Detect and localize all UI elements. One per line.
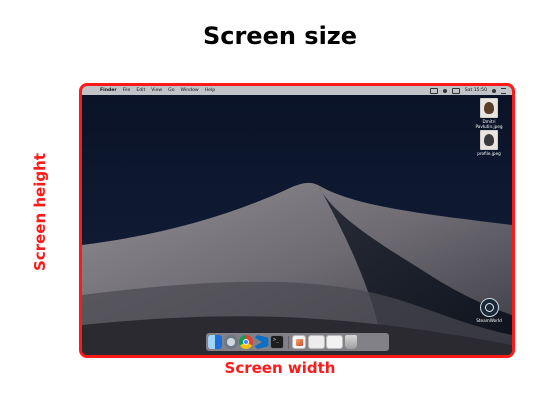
menu-window[interactable]: Window [181, 86, 199, 95]
preview-icon[interactable] [292, 335, 306, 349]
menu-bar: Finder File Edit View Go Window Help Sat… [82, 86, 512, 95]
screen-width-label: Screen width [224, 359, 336, 377]
terminal-icon[interactable] [270, 335, 284, 349]
menu-help[interactable]: Help [205, 86, 215, 95]
page-title: Screen size [202, 22, 358, 50]
desktop-file-label: profile.jpeg [477, 151, 501, 156]
dock-separator [287, 335, 289, 349]
jpeg-file-icon [480, 130, 498, 150]
jpeg-file-icon [480, 98, 498, 118]
battery-icon[interactable] [429, 87, 438, 94]
steam-icon [479, 298, 499, 317]
desktop-file[interactable]: profile.jpeg [471, 130, 507, 156]
desktop-file-label: Dmitri Pavlutin.jpeg [475, 119, 503, 129]
desktop-file[interactable]: Dmitri Pavlutin.jpeg [471, 98, 507, 129]
menu-view[interactable]: View [151, 86, 162, 95]
desktop-wallpaper [82, 95, 512, 355]
menu-finder[interactable]: Finder [100, 86, 117, 95]
launchpad-icon[interactable] [223, 335, 238, 349]
menu-edit[interactable]: Edit [136, 86, 145, 95]
flag-icon[interactable] [451, 87, 460, 94]
vscode-icon[interactable] [254, 335, 269, 349]
menu-file[interactable]: File [123, 86, 131, 95]
menu-go[interactable]: Go [168, 86, 174, 95]
desktop-file-label: SteamWorld [476, 318, 502, 323]
mojave-dune-image [82, 95, 512, 355]
status-area: Sat 15:50 [429, 87, 506, 94]
finder-icon[interactable] [208, 335, 222, 349]
clock[interactable]: Sat 15:50 [465, 88, 487, 93]
screen-height-label: Screen height [31, 153, 49, 271]
chrome-icon[interactable] [239, 335, 253, 349]
trash-icon[interactable] [344, 335, 357, 349]
wifi-icon[interactable] [442, 88, 447, 93]
search-icon[interactable] [492, 88, 496, 93]
desktop-file[interactable]: SteamWorld [471, 298, 507, 323]
notification-center-icon[interactable] [501, 87, 506, 94]
screen-frame: Finder File Edit View Go Window Help Sat… [79, 83, 515, 358]
window-thumbnail-icon[interactable] [326, 335, 343, 349]
dock [206, 333, 389, 351]
window-thumbnail-icon[interactable] [307, 335, 325, 349]
